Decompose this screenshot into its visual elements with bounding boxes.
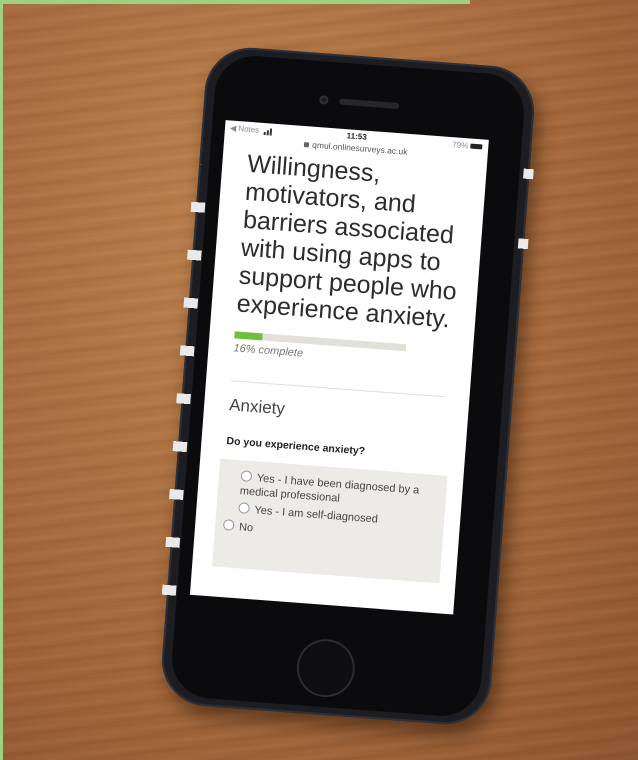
phone-screen: ◀ Notes 11:53 79% qmul.onlinesurveys.ac.… (189, 120, 489, 615)
section-divider (231, 380, 445, 398)
section-title: Anxiety (228, 395, 286, 419)
smartphone: ◀ Notes 11:53 79% qmul.onlinesurveys.ac.… (158, 44, 539, 728)
radio-self-diagnosed[interactable] (238, 502, 250, 514)
lock-icon (304, 142, 310, 148)
option-diagnosed-label: Yes - I have been diagnosed by a medical… (239, 472, 420, 505)
earpiece-speaker (339, 98, 400, 110)
green-border-left (0, 0, 3, 760)
answer-options: Yes - I have been diagnosed by a medical… (212, 458, 448, 584)
green-border-top (0, 0, 470, 4)
radio-diagnosed[interactable] (240, 470, 253, 483)
home-button[interactable] (294, 637, 357, 700)
option-no-label: No (238, 521, 254, 535)
battery-icon (470, 143, 483, 150)
radio-no[interactable] (222, 519, 235, 531)
survey-title: Willingness, motivators, and barriers as… (235, 149, 458, 334)
front-camera-icon (319, 95, 329, 105)
progress-bar-fill (234, 331, 263, 341)
question-text: Do you experience anxiety? (226, 435, 366, 458)
survey-content: Willingness, motivators, and barriers as… (192, 148, 487, 585)
